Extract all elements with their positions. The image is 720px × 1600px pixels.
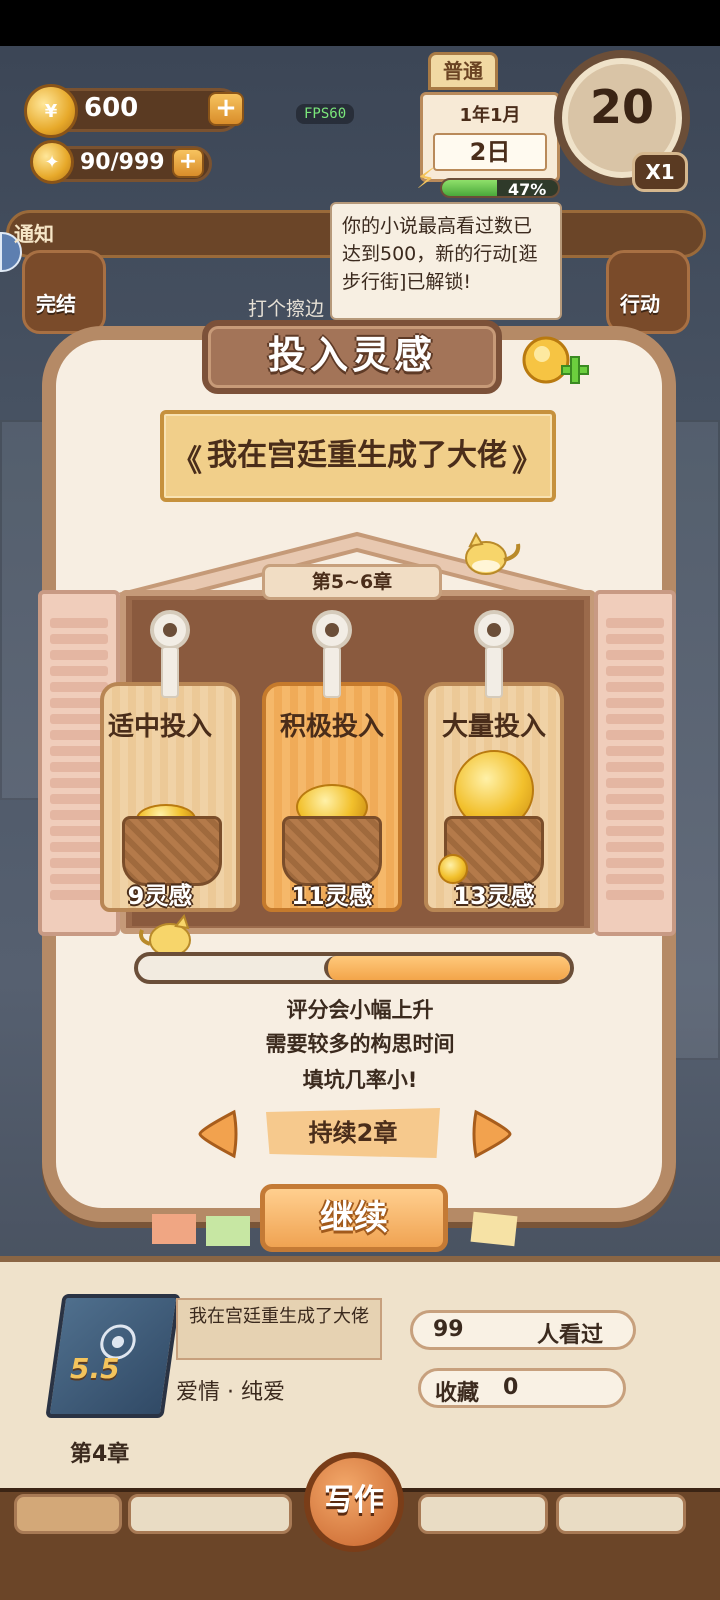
calendar: 1年1月 2日 (420, 92, 560, 182)
cat-icon (465, 531, 521, 575)
energy-percent: 47% (508, 180, 547, 199)
previous-arrow-icon[interactable] (196, 1108, 238, 1160)
door-slats (598, 618, 672, 900)
inspiration-value: 90/999 (80, 150, 165, 175)
footer-slot[interactable] (556, 1494, 686, 1534)
footer-slot[interactable] (128, 1494, 292, 1534)
sticky-note (152, 1214, 196, 1244)
effect-description: 需要较多的构思时间 (265, 1032, 455, 1056)
footer-slot[interactable] (418, 1494, 548, 1534)
center-hint: 打个擦边 (248, 298, 325, 320)
viewers-pill: 99 人看过 (410, 1310, 636, 1350)
sticky-note (206, 1216, 250, 1246)
option-cost: 11灵感 (291, 882, 373, 910)
favorites-label: 收藏 (435, 1381, 480, 1406)
clock-value: 20 (589, 80, 654, 134)
option-cost: 9灵感 (127, 882, 193, 910)
progress-fill (323, 956, 570, 980)
notice-label: 通知 (14, 222, 54, 246)
option-cost: 13灵感 (453, 882, 535, 910)
add-inspiration-button[interactable]: + (172, 148, 204, 178)
fps-counter: FPS60 (296, 104, 355, 124)
next-arrow-icon[interactable] (472, 1108, 514, 1160)
current-chapter: 第4章 (70, 1442, 130, 1467)
continue-button[interactable]: 继续 (260, 1184, 448, 1252)
quote-right: 》 (512, 444, 542, 479)
coin-icon: ¥ (24, 84, 78, 138)
option-label: 大量投入 (441, 712, 546, 742)
option-moderate[interactable]: 适中投入 9灵感 (100, 610, 240, 920)
cabinet-door-right (594, 590, 676, 936)
energy-bar-fill (442, 180, 497, 196)
add-inspiration-icon[interactable] (520, 332, 592, 392)
unlock-tooltip: 你的小说最高看过数已达到500，新的行动[逛步行街]已解锁! (330, 202, 562, 320)
speed-toggle[interactable]: X1 (632, 152, 688, 192)
calendar-day: 2日 (433, 133, 547, 171)
hook-icon (150, 610, 190, 650)
favorites-pill: 收藏 0 (418, 1368, 626, 1408)
lightbulb-icon: ✦ (30, 140, 74, 184)
lightning-icon: ⚡ (416, 162, 436, 195)
hook-icon (474, 610, 514, 650)
footer-slot[interactable] (14, 1494, 122, 1534)
coins-value: 600 (84, 93, 139, 123)
mode-tag: 普通 (428, 52, 498, 90)
chapter-range: 第5~6章 (262, 564, 442, 600)
effect-description: 填坑几率小! (302, 1068, 418, 1092)
hook-icon (312, 610, 352, 650)
quote-left: 《 (172, 444, 202, 479)
book-genre: 爱情 · 纯爱 (176, 1380, 285, 1405)
viewers-label: 人看过 (537, 1323, 604, 1348)
book-rating: 5.5 (70, 1352, 120, 1385)
action-label: 行动 (620, 292, 660, 316)
option-heavy[interactable]: 大量投入 13灵感 (424, 610, 564, 920)
option-active[interactable]: 积极投入 11灵感 (262, 610, 402, 920)
favorites-count: 0 (503, 1375, 519, 1400)
add-coins-button[interactable]: + (208, 92, 244, 126)
duration-label: 持续2章 (266, 1108, 440, 1158)
write-button[interactable]: 写作 (304, 1452, 404, 1552)
modal-title: 投入灵感 (267, 333, 436, 377)
investment-progress-bar (134, 952, 574, 984)
sticky-note (470, 1211, 518, 1247)
option-label: 积极投入 (279, 712, 384, 742)
book-title-label: 我在宫廷重生成了大佬 (176, 1298, 382, 1360)
effect-description: 评分会小幅上升 (286, 998, 434, 1022)
viewers-count: 99 (433, 1317, 464, 1342)
calendar-month: 1年1月 (459, 105, 521, 126)
book-title: 我在宫廷重生成了大佬 (207, 438, 507, 473)
status-bar (0, 0, 720, 46)
finish-label: 完结 (36, 292, 76, 316)
option-label: 适中投入 (107, 712, 212, 742)
